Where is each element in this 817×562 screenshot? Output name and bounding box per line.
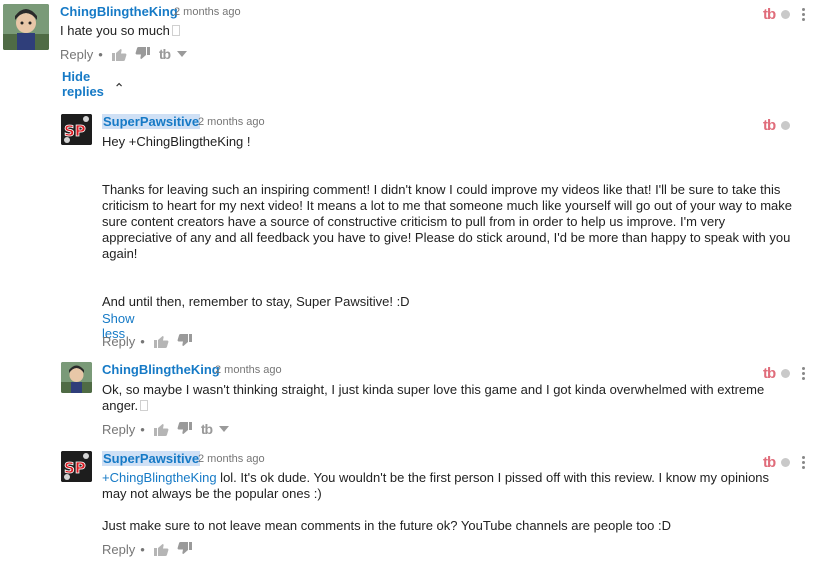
comment-actions: Reply • tb [60,45,188,63]
comment-tools: tb [763,6,806,23]
avatar[interactable] [61,362,92,393]
comment-tools: tb [763,454,806,471]
chevron-down-icon[interactable] [219,426,230,432]
extension-icon[interactable]: tb [763,117,776,134]
chevron-up-icon [115,82,122,86]
svg-text:SP: SP [64,122,86,140]
status-dot-icon[interactable] [781,458,791,467]
comment-tools: tb [763,117,791,134]
dislike-icon[interactable] [177,333,193,349]
reply-button[interactable]: Reply [102,542,135,557]
like-icon[interactable] [153,541,169,557]
svg-text:SP: SP [64,459,86,477]
comment-text: Ok, so maybe I wasn't thinking straight,… [102,382,765,413]
unknown-glyph [171,25,180,36]
unknown-glyph [140,400,149,411]
author-name[interactable]: ChingBlingtheKing [102,362,220,377]
comment-tools: tb [763,365,806,382]
avatar[interactable] [3,4,49,50]
body-paragraph: +ChingBlingtheKing lol. It's ok dude. Yo… [102,470,770,501]
extension-icon[interactable]: tb [763,365,776,382]
avatar[interactable]: SP [61,451,92,482]
timestamp[interactable]: 2 months ago [198,116,265,128]
reply-button[interactable]: Reply [60,47,93,62]
reply-button[interactable]: Reply [102,334,135,349]
comment-actions: Reply • [102,540,201,558]
body-paragraph: Just make sure to not leave mean comment… [102,518,671,533]
timestamp[interactable]: 2 months ago [174,6,241,18]
extension-icon[interactable]: tb [763,6,776,23]
more-options-icon[interactable] [802,456,806,469]
dislike-icon[interactable] [177,541,193,557]
separator: • [140,421,145,437]
hide-replies-label: Hide replies [62,69,104,99]
comment-actions: Reply • tb [102,420,230,438]
more-options-icon[interactable] [802,367,806,380]
dislike-icon[interactable] [135,46,151,62]
status-dot-icon[interactable] [781,369,791,378]
avatar[interactable]: SP [61,114,92,145]
hide-replies-button[interactable]: Hide replies [62,69,122,99]
author-name[interactable]: SuperPawsitive [102,114,201,129]
like-icon[interactable] [111,46,127,62]
like-icon[interactable] [153,333,169,349]
avatar-image [3,4,49,50]
body-paragraph: Thanks for leaving such an inspiring com… [102,182,793,261]
extension-icon[interactable]: tb [159,46,171,62]
separator: • [140,541,145,557]
extension-icon[interactable]: tb [201,421,213,437]
chevron-down-icon[interactable] [177,51,188,57]
comment-text: I hate you so much [60,23,760,39]
status-dot-icon[interactable] [781,121,791,130]
author-name[interactable]: SuperPawsitive [102,451,201,466]
separator: • [140,333,145,349]
closing-line: And until then, remember to stay, Super … [102,294,410,309]
sp-logo-icon: SP [61,114,92,145]
comment-text: Hey +ChingBlingtheKing ! Thanks for leav… [102,134,792,310]
dislike-icon[interactable] [177,421,193,437]
comment-actions: Reply • [102,332,201,350]
timestamp[interactable]: 2 months ago [198,453,265,465]
avatar-image [61,362,92,393]
mention-link[interactable]: +ChingBlingtheKing [102,470,217,485]
sp-logo-icon: SP [61,451,92,482]
status-dot-icon[interactable] [781,10,791,19]
extension-icon[interactable]: tb [763,454,776,471]
more-options-icon[interactable] [802,8,806,21]
author-name[interactable]: ChingBlingtheKing [60,4,178,19]
like-icon[interactable] [153,421,169,437]
timestamp[interactable]: 2 months ago [215,364,282,376]
greeting-line: Hey +ChingBlingtheKing ! [102,134,251,149]
separator: • [98,46,103,62]
reply-button[interactable]: Reply [102,422,135,437]
comment-text: +ChingBlingtheKing lol. It's ok dude. Yo… [102,470,782,534]
